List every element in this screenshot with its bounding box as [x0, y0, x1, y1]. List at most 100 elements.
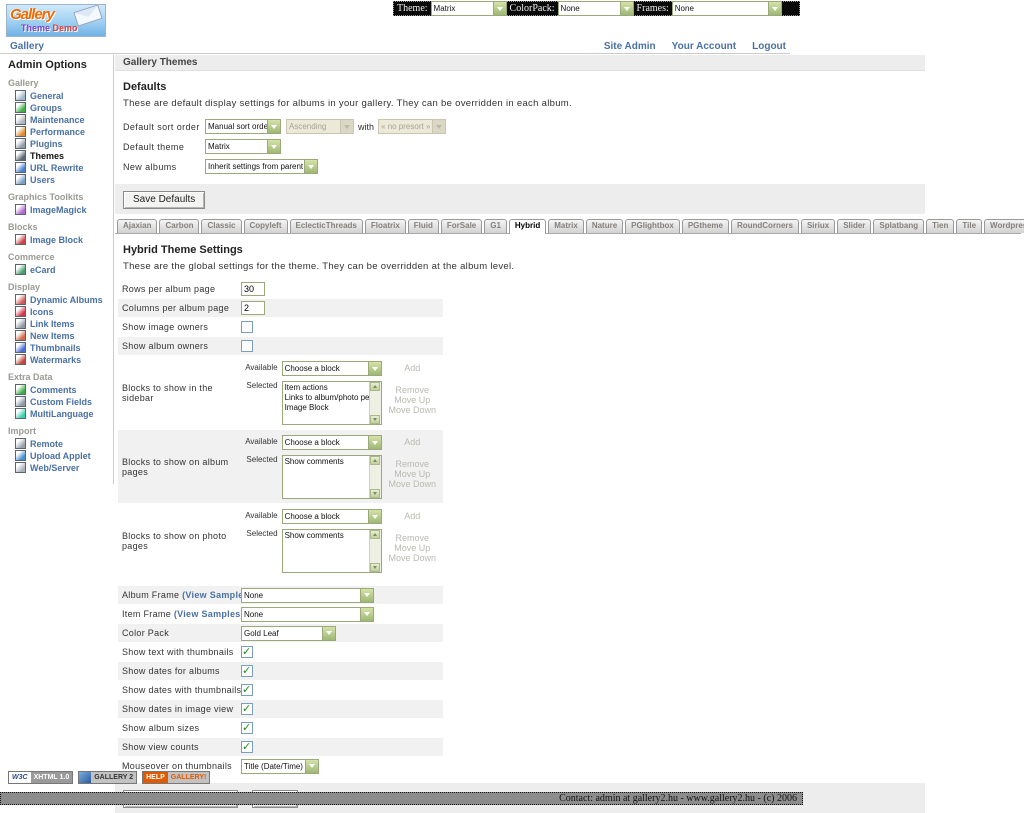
sidebar-item-new-items[interactable]: New Items [15, 330, 111, 341]
new-albums-select[interactable]: Inherit settings from parent album [205, 159, 318, 174]
choose-a-block-select[interactable]: Choose a block [282, 435, 382, 450]
sidebar-item-performance[interactable]: Performance [15, 126, 111, 137]
sidebar-item-dynamic-albums[interactable]: Dynamic Albums [15, 294, 111, 305]
sidebar-item-maintenance[interactable]: Maintenance [15, 114, 111, 125]
tab-g1[interactable]: G1 [484, 219, 507, 233]
checkbox[interactable] [241, 722, 253, 734]
move-up-link[interactable]: Move Up [382, 395, 443, 405]
text-input[interactable] [241, 301, 265, 315]
text-input[interactable] [241, 282, 265, 296]
frames-select[interactable]: None [672, 1, 782, 16]
checkbox[interactable] [241, 741, 253, 753]
scroll-up-icon[interactable] [370, 530, 380, 539]
checkbox[interactable] [241, 684, 253, 696]
selected-blocks-listbox[interactable]: Show comments [282, 529, 382, 573]
checkbox[interactable] [241, 340, 253, 352]
sidebar-item-upload-applet[interactable]: Upload Applet [15, 450, 111, 461]
sidebar-item-users[interactable]: Users [15, 174, 111, 185]
sidebar-item-imagemagick[interactable]: ImageMagick [15, 204, 111, 215]
tab-matrix[interactable]: Matrix [548, 219, 584, 233]
tab-siriux[interactable]: Siriux [801, 219, 835, 233]
colorpack-select[interactable]: None [558, 1, 634, 16]
listbox-option[interactable]: Show comments [285, 457, 369, 467]
tab-wordpressembedded[interactable]: WordpressEmbedded [984, 219, 1024, 233]
sidebar-item-web-server[interactable]: Web/Server [15, 462, 111, 473]
scroll-down-icon[interactable] [370, 489, 380, 498]
site-admin-link[interactable]: Site Admin [604, 41, 656, 52]
select[interactable]: Gold Leaf [241, 626, 336, 641]
checkbox[interactable] [241, 646, 253, 658]
sidebar-item-comments[interactable]: Comments [15, 384, 111, 395]
sidebar-item-ecard[interactable]: eCard [15, 264, 111, 275]
sidebar-item-plugins[interactable]: Plugins [15, 138, 111, 149]
move-up-link[interactable]: Move Up [382, 469, 443, 479]
gallery2-badge[interactable]: GALLERY 2 [78, 771, 137, 784]
sidebar-item-groups[interactable]: Groups [15, 102, 111, 113]
tab-hybrid[interactable]: Hybrid [509, 219, 546, 234]
choose-a-block-select[interactable]: Choose a block [282, 509, 382, 524]
tab-forsale[interactable]: ForSale [441, 219, 482, 233]
sidebar-item-icons[interactable]: Icons [15, 306, 111, 317]
add-link[interactable]: Add [404, 511, 420, 521]
scroll-up-icon[interactable] [370, 382, 380, 391]
tab-slider[interactable]: Slider [837, 219, 871, 233]
sidebar-item-themes[interactable]: Themes [15, 150, 111, 161]
sidebar-item-url-rewrite[interactable]: URL Rewrite [15, 162, 111, 173]
checkbox[interactable] [241, 703, 253, 715]
listbox-option[interactable]: Item actions [285, 383, 369, 393]
sidebar-item-thumbnails[interactable]: Thumbnails [15, 342, 111, 353]
sidebar-item-watermarks[interactable]: Watermarks [15, 354, 111, 365]
checkbox[interactable] [241, 665, 253, 677]
tab-splatbang[interactable]: Splatbang [873, 219, 924, 233]
move-down-link[interactable]: Move Down [382, 553, 443, 563]
choose-a-block-select[interactable]: Choose a block [282, 361, 382, 376]
remove-link[interactable]: Remove [382, 385, 443, 395]
move-down-link[interactable]: Move Down [382, 479, 443, 489]
select[interactable]: Title (Date/Time) [241, 759, 319, 774]
tab-tile[interactable]: Tile [956, 219, 982, 233]
tab-ajaxian[interactable]: Ajaxian [117, 219, 157, 233]
sidebar-item-remote[interactable]: Remote [15, 438, 111, 449]
tab-nature[interactable]: Nature [586, 219, 623, 233]
theme-select[interactable]: Matrix [431, 1, 507, 16]
sidebar-item-custom-fields[interactable]: Custom Fields [15, 396, 111, 407]
help-gallery-badge[interactable]: HELPGALLERY! [142, 771, 210, 784]
move-down-link[interactable]: Move Down [382, 405, 443, 415]
tab-floatrix[interactable]: Floatrix [365, 219, 406, 233]
save-defaults-button[interactable]: Save Defaults [123, 191, 205, 209]
select[interactable]: None [241, 607, 374, 622]
view-samples-link[interactable]: (View Samples) [174, 609, 244, 619]
tab-carbon[interactable]: Carbon [159, 219, 199, 233]
move-up-link[interactable]: Move Up [382, 543, 443, 553]
selected-blocks-listbox[interactable]: Show comments [282, 455, 382, 499]
tab-eclecticthreads[interactable]: EclecticThreads [290, 219, 363, 233]
gallery-home-link[interactable]: Gallery [10, 41, 44, 52]
listbox-scrollbar[interactable] [369, 530, 381, 572]
scroll-down-icon[interactable] [370, 563, 380, 572]
listbox-option[interactable]: Show comments [285, 531, 369, 541]
selected-blocks-listbox[interactable]: Item actionsLinks to album/photo peersIm… [282, 381, 382, 425]
sidebar-item-multilanguage[interactable]: MultiLanguage [15, 408, 111, 419]
listbox-scrollbar[interactable] [369, 456, 381, 498]
tab-pgtheme[interactable]: PGtheme [682, 219, 729, 233]
add-link[interactable]: Add [404, 363, 420, 373]
logout-link[interactable]: Logout [752, 41, 786, 52]
tab-pglightbox[interactable]: PGlightbox [625, 219, 680, 233]
default-theme-select[interactable]: Matrix [205, 139, 281, 154]
tab-fluid[interactable]: Fluid [408, 219, 439, 233]
default-sort-select[interactable]: Manual sort order [205, 119, 281, 134]
checkbox[interactable] [241, 321, 253, 333]
add-link[interactable]: Add [404, 437, 420, 447]
scroll-down-icon[interactable] [370, 415, 380, 424]
tab-tien[interactable]: Tien [926, 219, 954, 233]
tab-roundcorners[interactable]: RoundCorners [731, 219, 799, 233]
remove-link[interactable]: Remove [382, 459, 443, 469]
sidebar-item-general[interactable]: General [15, 90, 111, 101]
gallery-logo[interactable]: Gallery Theme Demo [6, 4, 106, 37]
select[interactable]: None [241, 588, 374, 603]
listbox-option[interactable]: Links to album/photo peers [285, 393, 369, 403]
scroll-up-icon[interactable] [370, 456, 380, 465]
sidebar-item-image-block[interactable]: Image Block [15, 234, 111, 245]
your-account-link[interactable]: Your Account [672, 41, 736, 52]
tab-copyleft[interactable]: Copyleft [244, 219, 288, 233]
